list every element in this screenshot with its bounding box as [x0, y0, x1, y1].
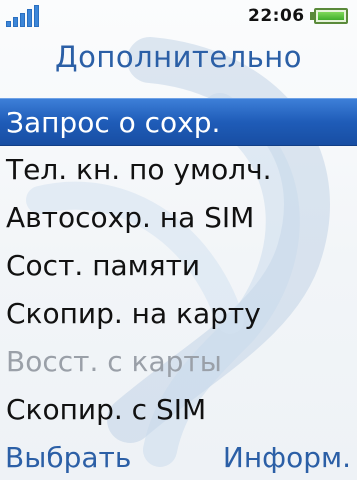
options-menu: Запрос о сохр. Тел. кн. по умолч. Автосо… — [0, 98, 357, 434]
menu-item-restore-from-card: Восст. с карты — [6, 345, 222, 378]
menu-item-save-prompt[interactable]: Запрос о сохр. — [0, 98, 357, 146]
info-softkey[interactable]: Информ. — [223, 436, 351, 480]
menu-item-copy-to-card[interactable]: Скопир. на карту — [0, 290, 357, 338]
menu-item-default-phonebook[interactable]: Тел. кн. по умолч. — [0, 146, 357, 194]
battery-icon — [310, 8, 348, 24]
page-title: Дополнительно — [54, 40, 302, 74]
clock: 22:06 — [248, 6, 305, 26]
menu-item-memory-status[interactable]: Сост. памяти — [0, 242, 357, 290]
softkey-bar: Выбрать Информ. — [0, 436, 357, 480]
signal-strength-icon — [6, 5, 44, 27]
status-bar: 22:06 — [0, 0, 357, 32]
menu-item-autosave-sim[interactable]: Автосохр. на SIM — [0, 194, 357, 242]
phone-screen: 22:06 Дополнительно Запрос о сохр. Тел. … — [0, 0, 357, 480]
select-softkey[interactable]: Выбрать — [5, 436, 131, 480]
menu-item-copy-from-sim[interactable]: Скопир. с SIM — [0, 386, 357, 434]
